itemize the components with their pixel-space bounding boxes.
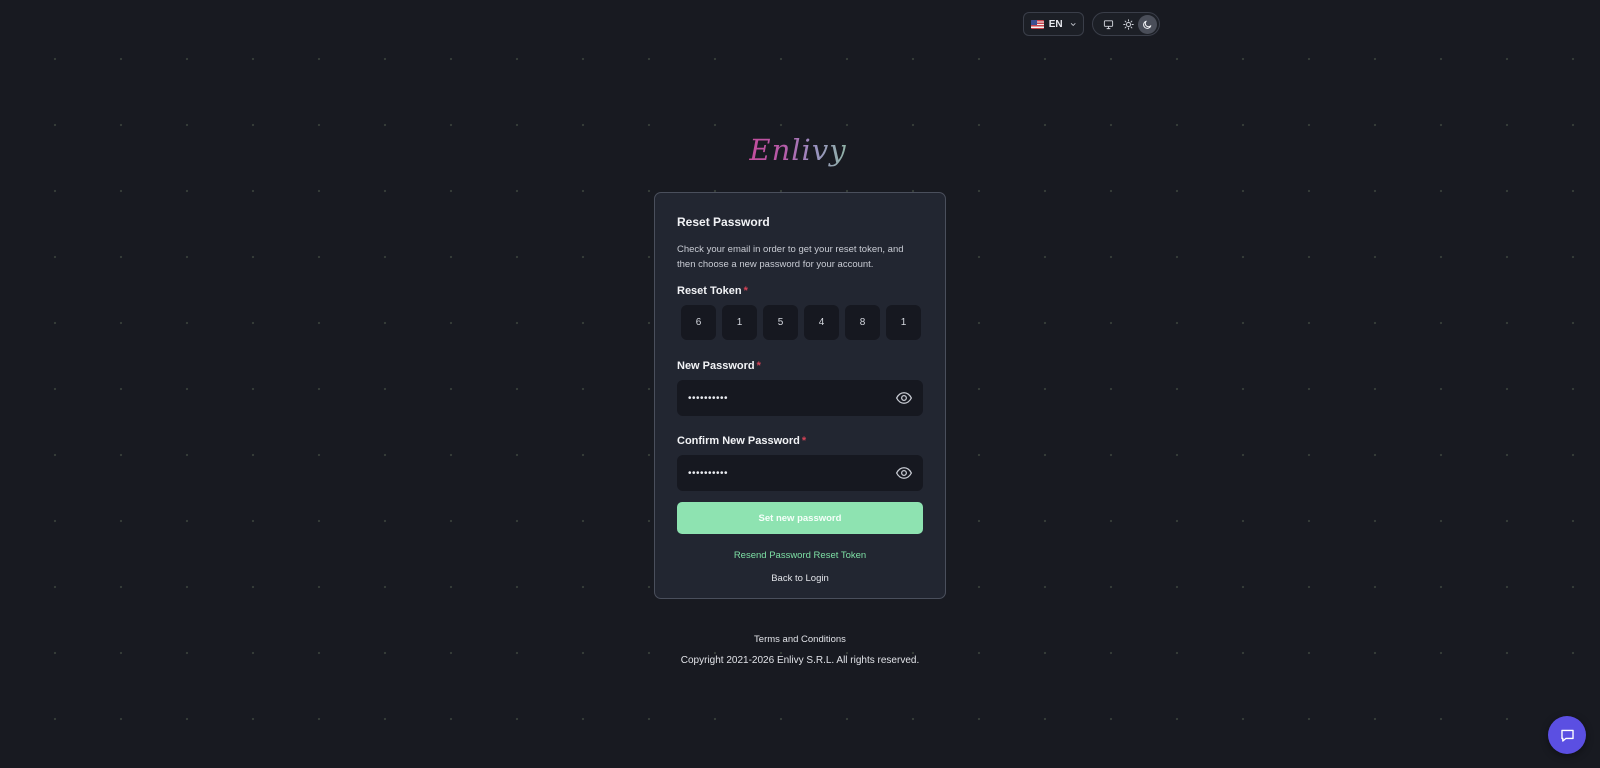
token-digit-1[interactable]: 6 <box>681 305 716 340</box>
token-digit-5[interactable]: 8 <box>845 305 880 340</box>
theme-light-button[interactable] <box>1119 15 1138 34</box>
language-selector[interactable]: EN <box>1023 12 1084 36</box>
new-password-label: New Password * <box>677 360 761 372</box>
token-digit-6[interactable]: 1 <box>886 305 921 340</box>
logo-text: Enlivy <box>749 133 847 167</box>
set-new-password-button[interactable]: Set new password <box>677 502 923 534</box>
chat-support-button[interactable] <box>1548 716 1586 754</box>
new-password-value: •••••••••• <box>688 392 729 404</box>
chat-icon <box>1560 729 1574 742</box>
required-mark: * <box>743 285 748 297</box>
token-digit-3[interactable]: 5 <box>763 305 798 340</box>
copyright-text: Copyright 2021-2026 Enlivy S.R.L. All ri… <box>680 655 920 666</box>
theme-switcher <box>1092 12 1160 36</box>
eye-icon[interactable] <box>895 464 913 482</box>
sun-icon <box>1122 18 1134 30</box>
us-flag-icon <box>1031 19 1044 29</box>
terms-link-text[interactable]: Terms and Conditions <box>754 634 846 645</box>
token-digit-2[interactable]: 1 <box>722 305 757 340</box>
confirm-password-value: •••••••••• <box>688 467 729 479</box>
reset-password-card: Reset Password Check your email in order… <box>654 192 946 599</box>
back-to-login-link[interactable]: Back to Login <box>677 573 923 584</box>
new-password-input[interactable]: •••••••••• <box>677 380 923 416</box>
confirm-password-label: Confirm New Password * <box>677 435 807 447</box>
confirm-password-input[interactable]: •••••••••• <box>677 455 923 491</box>
required-mark: * <box>756 360 761 372</box>
required-mark: * <box>801 435 807 447</box>
resend-token-link[interactable]: Resend Password Reset Token <box>677 550 923 561</box>
card-title: Reset Password <box>677 215 770 229</box>
eye-icon[interactable] <box>895 389 913 407</box>
enlivy-logo: Enlivy <box>749 128 845 172</box>
chevron-down-icon <box>1070 22 1076 26</box>
terms-link: Terms and Conditions <box>0 634 1600 645</box>
theme-dark-button[interactable] <box>1138 14 1157 34</box>
monitor-icon <box>1103 19 1114 29</box>
reset-token-input: 6 1 5 4 8 1 <box>677 305 923 340</box>
theme-system-button[interactable] <box>1099 15 1118 34</box>
reset-token-label: Reset Token * <box>677 285 748 297</box>
moon-icon <box>1143 20 1152 29</box>
card-description: Check your email in order to get your re… <box>677 244 904 270</box>
token-digit-4[interactable]: 4 <box>804 305 839 340</box>
language-code: EN <box>1048 18 1063 30</box>
